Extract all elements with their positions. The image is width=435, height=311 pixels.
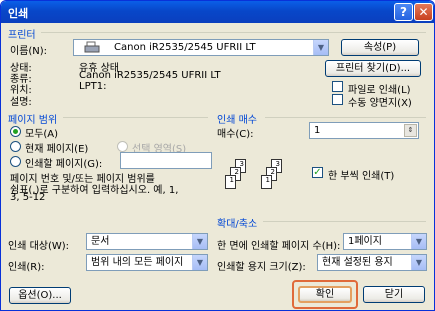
current-page-radio[interactable] — [10, 141, 21, 152]
all-pages-label: 모두(A) — [25, 129, 59, 140]
printer-icon — [84, 41, 100, 53]
selection-radio[interactable] — [117, 141, 128, 152]
window-title: 인쇄 — [8, 7, 29, 20]
type-value: Canon iR2535/2545 UFRII LT — [79, 70, 221, 81]
close-button[interactable]: 닫기 — [363, 286, 425, 303]
printer-group-divider — [41, 32, 426, 33]
copies-count-label: 매수(C): — [217, 129, 254, 140]
collate-illustration-1: 3 2 1 — [225, 159, 255, 195]
printer-name-select[interactable]: Canon iR2535/2545 UFRII LT ▼ — [73, 39, 329, 56]
print-select[interactable]: 범위 내의 모든 페이지 ▼ — [86, 254, 208, 271]
zoom-group-title: 확대/축소 — [217, 219, 258, 230]
all-pages-radio[interactable] — [10, 126, 21, 137]
printer-name-label: 이름(N): — [10, 46, 48, 57]
print-label: 인쇄(R): — [8, 262, 45, 273]
print-what-select[interactable]: 문서 ▼ — [86, 233, 208, 250]
page-range-divider — [63, 117, 208, 118]
copies-count-input[interactable]: 1 ⇕ — [309, 122, 419, 139]
title-bar[interactable]: 인쇄 ? ✕ — [1, 1, 434, 23]
pages-input[interactable] — [120, 152, 212, 169]
pages-per-sheet-value: 1페이지 — [348, 236, 382, 247]
copies-group-title: 인쇄 매수 — [217, 115, 257, 126]
pages-radio[interactable] — [10, 156, 21, 167]
manual-duplex-checkbox[interactable] — [332, 94, 343, 105]
print-dialog: 인쇄 ? ✕ 프린터 이름(N): Canon iR2535/2545 UFRI… — [0, 0, 435, 311]
page-range-help-line3: 3, 5-12 — [10, 192, 46, 203]
manual-duplex-label: 수동 양면지(X) — [348, 98, 412, 109]
chevron-down-icon: ▼ — [411, 255, 426, 270]
page-thumb: 1 — [225, 175, 236, 189]
options-button[interactable]: 옵션(O)... — [9, 287, 71, 304]
pages-per-sheet-label: 한 면에 인쇄할 페이지 수(H): — [217, 241, 341, 252]
scale-label: 인쇄할 용지 크기(Z): — [217, 262, 306, 273]
print-to-file-checkbox[interactable] — [332, 81, 343, 92]
printer-group-title: 프린터 — [8, 30, 36, 41]
close-window-button[interactable]: ✕ — [414, 3, 433, 21]
zoom-divider — [263, 221, 426, 222]
page-thumb: 1 — [261, 175, 272, 189]
page-range-group-title: 페이지 범위 — [8, 115, 58, 126]
ok-button[interactable]: 확인 — [298, 286, 352, 303]
print-what-value: 문서 — [91, 236, 110, 247]
pages-per-sheet-select[interactable]: 1페이지 ▼ — [343, 233, 427, 250]
chevron-down-icon: ▼ — [192, 234, 207, 249]
scale-select[interactable]: 현재 설정된 용지 ▼ — [317, 254, 427, 271]
print-value: 범위 내의 모든 페이지 — [91, 257, 184, 268]
scale-value: 현재 설정된 용지 — [322, 257, 393, 268]
copies-divider — [265, 117, 426, 118]
collate-checkbox[interactable]: ✓ — [312, 167, 323, 178]
find-printer-button[interactable]: 프린터 찾기(D)... — [325, 60, 421, 77]
comment-label: 설명: — [10, 97, 32, 108]
current-page-label: 현재 페이지(E) — [25, 144, 89, 155]
copies-count-value: 1 — [314, 125, 321, 136]
collate-illustration-2: 3 2 1 — [261, 159, 291, 195]
printer-name-value: Canon iR2535/2545 UFRII LT — [114, 42, 256, 53]
properties-button[interactable]: 속성(P) — [341, 39, 419, 56]
help-button[interactable]: ? — [394, 3, 413, 21]
print-what-label: 인쇄 대상(W): — [8, 241, 70, 252]
pages-label: 인쇄할 페이지(G): — [25, 159, 103, 170]
spin-arrows-icon[interactable]: ⇕ — [404, 124, 417, 137]
where-value: LPT1: — [79, 81, 107, 92]
chevron-down-icon: ▼ — [411, 234, 426, 249]
chevron-down-icon: ▼ — [313, 40, 328, 55]
collate-label: 한 부씩 인쇄(T) — [328, 171, 395, 182]
chevron-down-icon: ▼ — [192, 255, 207, 270]
